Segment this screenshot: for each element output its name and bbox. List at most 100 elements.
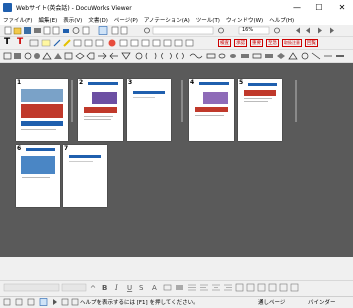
left-arrow-icon[interactable] — [109, 52, 118, 60]
font-color-icon[interactable]: A — [152, 284, 157, 292]
select-tool-icon[interactable] — [98, 26, 108, 35]
marker-icon[interactable] — [63, 39, 71, 47]
sticky-note-icon[interactable] — [29, 39, 39, 47]
page-thumbnail[interactable]: 5 — [238, 79, 282, 141]
link-annotation-icon[interactable] — [84, 39, 93, 47]
lock-icon[interactable] — [290, 283, 299, 292]
transparency-icon[interactable] — [235, 283, 244, 292]
text-annotation-icon[interactable]: T — [4, 37, 10, 47]
close-button[interactable]: ✕ — [331, 0, 353, 14]
triangle-icon[interactable] — [42, 52, 52, 60]
maximize-button[interactable]: ☐ — [308, 0, 330, 14]
menu-page[interactable]: ページ(P) — [111, 16, 141, 24]
fit-page-icon[interactable] — [61, 298, 69, 306]
copy-icon[interactable] — [43, 26, 51, 35]
ungroup-icon[interactable] — [279, 283, 288, 292]
font-size-select[interactable] — [61, 283, 87, 292]
image-annotation-icon[interactable] — [73, 39, 82, 47]
filled-cloud-icon[interactable] — [230, 54, 236, 58]
stamp-urgent[interactable]: 至急 — [266, 39, 279, 47]
text-select-icon[interactable] — [111, 26, 119, 35]
filled-rectangle-icon[interactable] — [14, 53, 21, 59]
zoom-in-icon[interactable] — [274, 27, 280, 34]
stamp-circulate[interactable]: 回覧 — [305, 39, 318, 47]
page-thumbnail[interactable]: 6 — [16, 145, 60, 207]
search-icon[interactable] — [144, 27, 150, 34]
thumbnail-view-icon[interactable] — [15, 298, 23, 306]
align-right-icon[interactable] — [224, 284, 232, 291]
cloud-icon[interactable] — [218, 53, 226, 59]
send-back-icon[interactable] — [257, 283, 266, 292]
last-page-icon[interactable] — [330, 27, 334, 34]
ring-icon[interactable] — [301, 52, 309, 60]
menu-help[interactable]: ヘルプ(H) — [266, 16, 297, 24]
callout-icon[interactable] — [206, 53, 216, 59]
menu-edit[interactable]: 編集(E) — [35, 16, 60, 24]
date-stamp-icon[interactable] — [95, 39, 104, 47]
stamp-handle-with-care[interactable]: 取扱注意 — [282, 39, 302, 47]
down-triangle-icon[interactable] — [121, 52, 131, 60]
tag-annotation-icon[interactable] — [163, 39, 172, 47]
menu-window[interactable]: ウィンドウ(W) — [223, 16, 266, 24]
shape-annotation-icon[interactable] — [130, 39, 139, 47]
right-brace-icon[interactable] — [169, 52, 172, 60]
next-page-icon[interactable] — [318, 27, 322, 34]
rectangle-icon[interactable] — [3, 52, 12, 60]
paste-icon[interactable] — [52, 26, 60, 35]
search-input[interactable] — [152, 26, 214, 35]
binder-view-icon[interactable] — [39, 298, 48, 306]
underline-icon[interactable]: U — [127, 284, 132, 292]
page-thumbnail[interactable]: 7 — [63, 145, 107, 207]
menu-tools[interactable]: ツール(T) — [193, 16, 223, 24]
bring-front-icon[interactable] — [246, 283, 255, 292]
wave-icon[interactable] — [189, 53, 203, 59]
up-triangle-icon[interactable] — [288, 52, 298, 60]
arrow-annotation-icon[interactable] — [141, 39, 150, 47]
page-thumbnail[interactable]: 4 — [189, 79, 234, 141]
label-icon[interactable] — [41, 39, 51, 47]
menu-document[interactable]: 文書(D) — [85, 16, 111, 24]
line-color-icon[interactable] — [163, 284, 172, 291]
left-bracket-icon[interactable] — [145, 52, 148, 60]
signature-annotation-icon[interactable] — [174, 39, 183, 47]
box-annotation-icon[interactable] — [119, 39, 128, 47]
align-left-icon[interactable] — [200, 284, 208, 291]
diamond-icon[interactable] — [75, 52, 85, 60]
page-thumbnail[interactable]: 2 — [78, 79, 123, 141]
chevron-down-icon[interactable] — [90, 285, 96, 288]
page-thumbnail[interactable]: 1 — [16, 79, 68, 141]
filled-triangle-icon[interactable] — [54, 53, 62, 59]
stamp-important[interactable]: 重要 — [250, 39, 263, 47]
rotate-icon[interactable] — [72, 27, 80, 34]
italic-icon[interactable]: I — [114, 284, 118, 292]
filled-ellipse-icon[interactable] — [34, 53, 40, 59]
print-icon[interactable] — [34, 28, 41, 33]
square-icon[interactable] — [64, 52, 73, 60]
stamp-inspection[interactable]: 検査 — [218, 39, 231, 47]
line-icon[interactable] — [311, 52, 321, 60]
left-brace-icon[interactable] — [161, 52, 164, 60]
approval-stamp-icon[interactable] — [108, 39, 116, 47]
page-thumbnail[interactable]: 3 — [127, 79, 171, 141]
clip-annotation-icon[interactable] — [152, 39, 161, 47]
save-icon[interactable] — [24, 27, 31, 34]
previous-page-icon[interactable] — [306, 27, 310, 34]
mail-icon[interactable] — [63, 29, 69, 33]
fill-color-icon[interactable] — [176, 285, 183, 290]
line-width-icon[interactable] — [188, 284, 196, 291]
font-name-select[interactable] — [3, 283, 60, 292]
list-view-icon[interactable] — [27, 298, 35, 306]
minimize-button[interactable]: — — [286, 0, 308, 14]
filled-callout-icon[interactable] — [241, 54, 249, 58]
right-arrow-icon[interactable] — [98, 52, 107, 60]
hand-tool-icon[interactable] — [120, 26, 128, 35]
align-center-icon[interactable] — [212, 284, 220, 291]
page-view-icon[interactable] — [82, 26, 90, 35]
ellipse-icon[interactable] — [24, 52, 32, 60]
eraser-icon[interactable] — [185, 39, 194, 47]
sheet-view-icon[interactable] — [3, 298, 11, 306]
open-folder-icon[interactable] — [13, 27, 22, 35]
pen-icon[interactable] — [53, 39, 61, 47]
pentagon-icon[interactable] — [86, 52, 95, 60]
strikethrough-icon[interactable]: S — [139, 284, 144, 292]
